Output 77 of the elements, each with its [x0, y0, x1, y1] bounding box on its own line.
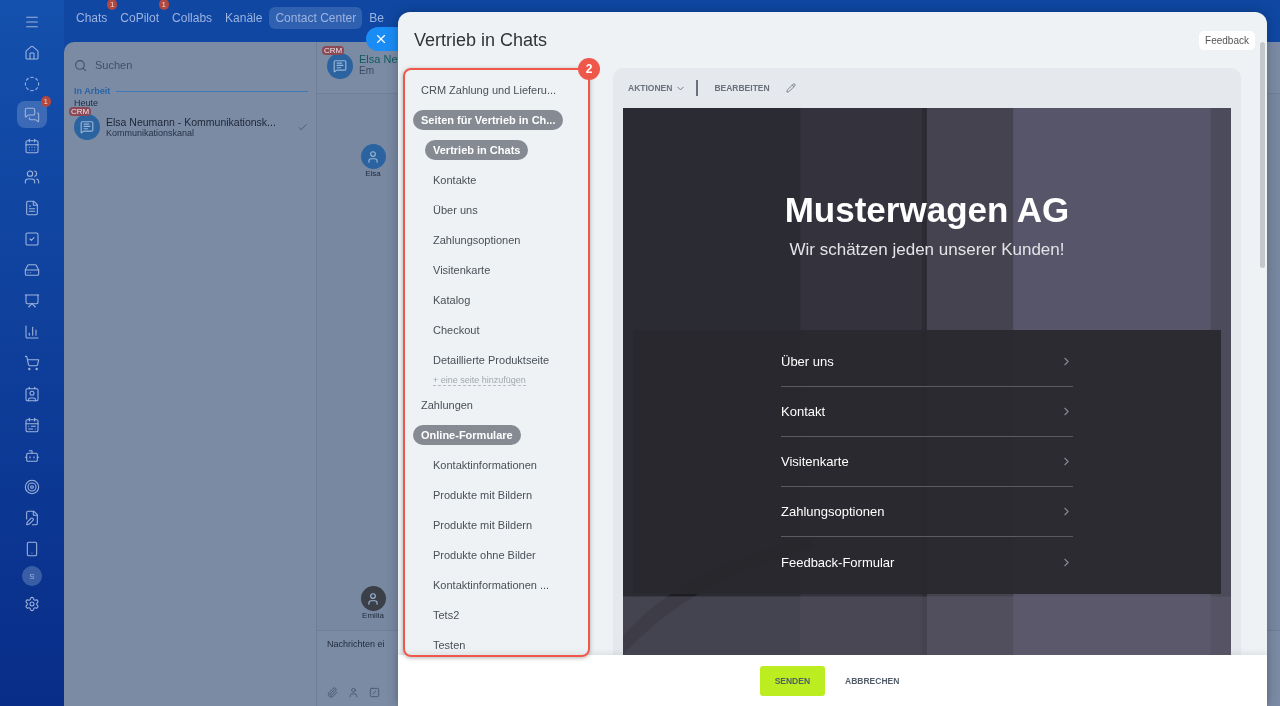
bar-chart-icon[interactable] — [24, 323, 40, 340]
top-tab[interactable]: Chats — [70, 7, 114, 29]
contact-card-icon[interactable] — [24, 385, 40, 402]
actions-button[interactable]: AKTIONEN — [628, 82, 687, 94]
menu-link[interactable]: Zahlungsoptionen — [781, 504, 885, 519]
badge: 1 — [158, 0, 170, 10]
home-icon[interactable] — [24, 44, 40, 61]
nav-item[interactable]: Kontaktinformationen ... — [425, 575, 558, 595]
nav-item[interactable]: Tets2 — [425, 605, 468, 625]
section-title: In Arbeit — [74, 86, 111, 96]
top-tab[interactable]: Be — [363, 7, 390, 29]
robot-icon[interactable] — [24, 447, 40, 464]
panel-title: Vertrieb in Chats — [414, 29, 548, 51]
crm-tag: CRM — [322, 46, 345, 55]
badge: 1 — [40, 96, 51, 107]
presentation-icon[interactable] — [24, 292, 40, 309]
chat-title: Elsa Ne — [359, 53, 398, 65]
circle-icon[interactable] — [24, 75, 40, 92]
person-avatar — [360, 144, 386, 169]
day-label: Heute — [74, 98, 100, 108]
calendar-icon[interactable] — [24, 137, 40, 154]
menu-link[interactable]: Feedback-Formular — [781, 554, 895, 570]
document-icon[interactable] — [24, 199, 40, 216]
chat-subtitle: Kommunikationskanal — [106, 128, 195, 138]
chat-avatar — [327, 53, 353, 79]
nav-item[interactable]: Katalog — [425, 290, 479, 310]
nav-item[interactable]: CRM Zahlung und Lieferu... — [413, 80, 565, 100]
target-icon[interactable] — [24, 478, 40, 495]
person-avatar — [360, 586, 386, 611]
send-button[interactable]: SENDEN — [759, 665, 826, 696]
nav-item[interactable]: Visitenkarte — [425, 260, 499, 280]
cart-icon[interactable] — [24, 354, 40, 371]
sidebar-item[interactable] — [17, 101, 47, 128]
person-name: Elsa — [365, 169, 381, 178]
message-field[interactable]: Nachrichten ei — [327, 639, 385, 649]
top-tab[interactable]: CoPilot — [114, 7, 166, 29]
person-name: Emilia — [362, 611, 384, 620]
people-icon[interactable] — [24, 168, 40, 185]
nav-item[interactable]: Zahlungen — [413, 395, 481, 415]
search-icon — [74, 58, 87, 72]
feedback-button[interactable]: Feedback — [1199, 30, 1255, 50]
chat-icon[interactable] — [24, 106, 40, 123]
nav-item[interactable]: Produkte mit Bildern — [425, 485, 541, 505]
menu-link[interactable]: Kontakt — [781, 404, 826, 419]
site-tagline: Wir schätzen jeden unserer Kunden! — [789, 240, 1065, 260]
nav-item[interactable]: Detaillierte Produktseite — [425, 350, 558, 370]
phone-icon[interactable] — [24, 540, 40, 557]
edit-button[interactable]: BEARBEITEN — [714, 83, 770, 93]
top-tab[interactable]: Kanäle — [219, 7, 269, 29]
cancel-button[interactable]: ABBRECHEN — [839, 674, 906, 687]
chat-title[interactable]: Elsa Neumann - Kommunikationsk... — [106, 116, 276, 128]
menu-link[interactable]: Visitenkarte — [781, 454, 849, 469]
badge: 1 — [106, 0, 118, 10]
menu-link[interactable]: Über uns — [781, 354, 834, 369]
site-heading: Musterwagen AG — [784, 190, 1070, 230]
pencil-icon[interactable] — [785, 83, 796, 93]
nav-item[interactable]: Über uns — [425, 200, 486, 220]
nav-item[interactable]: Kontaktinformationen — [425, 455, 545, 475]
checkbox-icon[interactable] — [24, 230, 40, 247]
close-icon — [374, 32, 388, 46]
nav-item[interactable]: Kontakte — [425, 170, 485, 190]
nav-item[interactable]: Produkte mit Bildern — [425, 515, 541, 535]
top-tab[interactable]: Collabs — [166, 7, 219, 29]
nav-item[interactable]: Checkout — [425, 320, 488, 340]
chat-avatar — [74, 114, 100, 140]
settings-icon[interactable] — [24, 595, 40, 612]
drive-icon[interactable] — [24, 261, 40, 278]
member-label: Em — [359, 65, 374, 76]
file-pencil-icon[interactable] — [24, 509, 40, 526]
calendar-icon[interactable] — [24, 416, 40, 433]
paperclip-icon[interactable] — [327, 687, 338, 698]
nav-item[interactable]: Testen — [425, 635, 474, 655]
annotation-badge: 2 — [578, 58, 600, 80]
nav-item[interactable]: Zahlungsoptionen — [425, 230, 529, 250]
command-icon[interactable] — [369, 687, 380, 698]
crm-tag: CRM — [69, 107, 92, 116]
nav-item[interactable]: Produkte ohne Bilder — [425, 545, 544, 565]
